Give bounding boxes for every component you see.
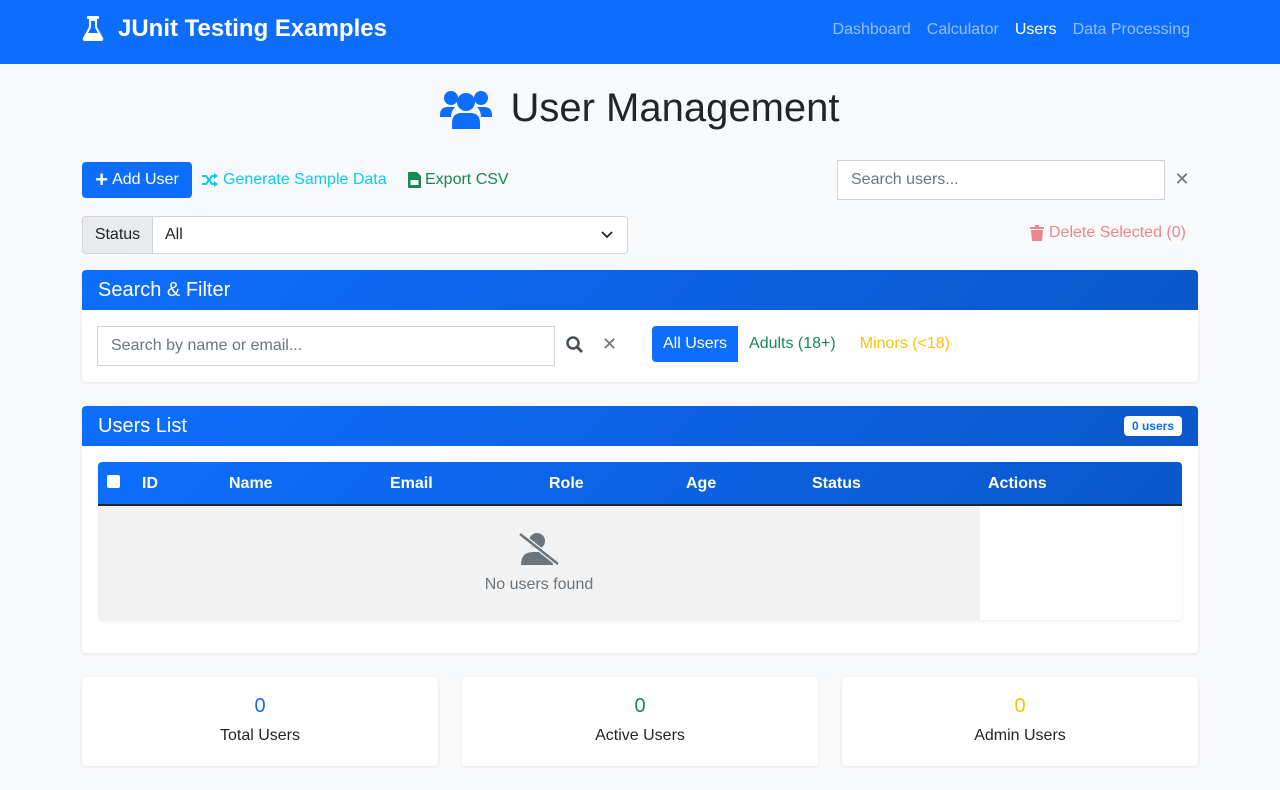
column-header-status[interactable]: Status: [812, 475, 861, 493]
generate-sample-data-button[interactable]: Generate Sample Data: [202, 162, 387, 198]
export-csv-label: Export CSV: [425, 171, 509, 188]
delete-selected-button[interactable]: Delete Selected (0): [1030, 224, 1186, 242]
brand-name: JUnit Testing Examples: [118, 15, 387, 42]
shuffle-icon: [202, 173, 218, 187]
empty-state: No users found: [98, 506, 980, 620]
status-select[interactable]: All: [153, 217, 627, 253]
stat-active-value: 0: [634, 695, 646, 717]
user-slash-icon: [518, 532, 560, 566]
column-header-role[interactable]: Role: [549, 475, 584, 493]
stat-active-users: 0 Active Users: [462, 677, 818, 766]
age-filter-group: All Users Adults (18+) Minors (<18): [652, 326, 961, 362]
trash-icon: [1030, 225, 1044, 241]
nav-calculator[interactable]: Calculator: [927, 21, 999, 39]
column-header-email[interactable]: Email: [390, 475, 433, 493]
users-table: ID Name Email Role Age Status Actions No…: [98, 462, 1182, 620]
flask-icon: [82, 16, 104, 41]
stat-active-label: Active Users: [595, 727, 685, 744]
users-list-header: Users List 0 users: [82, 406, 1198, 446]
search-filter-header: Search & Filter: [82, 270, 1198, 310]
clear-search-icon[interactable]: ✕: [602, 334, 617, 355]
search-users-input[interactable]: [837, 160, 1165, 200]
nav-users[interactable]: Users: [1015, 21, 1057, 39]
navbar: JUnit Testing Examples Dashboard Calcula…: [0, 0, 1280, 64]
page-title: User Management: [510, 86, 840, 130]
minors-button[interactable]: Minors (<18): [849, 326, 961, 362]
stat-total-value: 0: [254, 695, 266, 717]
nav-links: Dashboard Calculator Users Data Processi…: [817, 21, 1190, 39]
users-icon: [440, 90, 493, 129]
all-users-button[interactable]: All Users: [652, 326, 739, 362]
search-filter-title: Search & Filter: [98, 278, 231, 301]
search-icon[interactable]: [566, 336, 583, 353]
search-filter-card: Search & Filter ✕ All Users Adults (18+)…: [82, 270, 1198, 382]
stat-admin-label: Admin Users: [974, 727, 1066, 744]
chevron-down-icon: [601, 231, 613, 239]
close-icon[interactable]: ✕: [1172, 168, 1192, 190]
nav-dashboard[interactable]: Dashboard: [833, 21, 911, 39]
add-user-button[interactable]: + Add User: [82, 162, 192, 198]
brand[interactable]: JUnit Testing Examples: [82, 15, 387, 43]
empty-state-text: No users found: [484, 576, 594, 593]
add-user-label: Add User: [112, 171, 179, 188]
nav-data-processing[interactable]: Data Processing: [1073, 21, 1190, 39]
stat-total-label: Total Users: [219, 727, 301, 744]
status-label: Status: [83, 217, 153, 253]
csv-file-icon: [408, 172, 421, 188]
stat-admin-value: 0: [1014, 695, 1026, 717]
column-header-id[interactable]: ID: [142, 475, 158, 493]
status-filter: Status All: [82, 216, 628, 254]
status-select-value: All: [165, 226, 183, 243]
users-list-card: Users List 0 users ID Name Email Role Ag…: [82, 406, 1198, 653]
stat-total-users: 0 Total Users: [82, 677, 438, 766]
page-header: User Management: [0, 86, 1280, 131]
stat-admin-users: 0 Admin Users: [842, 677, 1198, 766]
users-count-badge: 0 users: [1123, 416, 1182, 436]
table-header: ID Name Email Role Age Status Actions: [98, 462, 1182, 506]
adults-button[interactable]: Adults (18+): [738, 326, 847, 362]
export-csv-button[interactable]: Export CSV: [408, 162, 509, 198]
select-all-checkbox[interactable]: [107, 475, 120, 488]
column-header-name[interactable]: Name: [229, 475, 273, 493]
name-email-search-input[interactable]: [97, 326, 555, 366]
plus-icon: +: [95, 167, 109, 192]
generate-label: Generate Sample Data: [223, 171, 387, 188]
column-header-age[interactable]: Age: [686, 475, 716, 493]
users-list-title: Users List: [98, 414, 187, 437]
delete-selected-label: Delete Selected (0): [1049, 224, 1186, 241]
column-header-actions: Actions: [988, 475, 1047, 492]
